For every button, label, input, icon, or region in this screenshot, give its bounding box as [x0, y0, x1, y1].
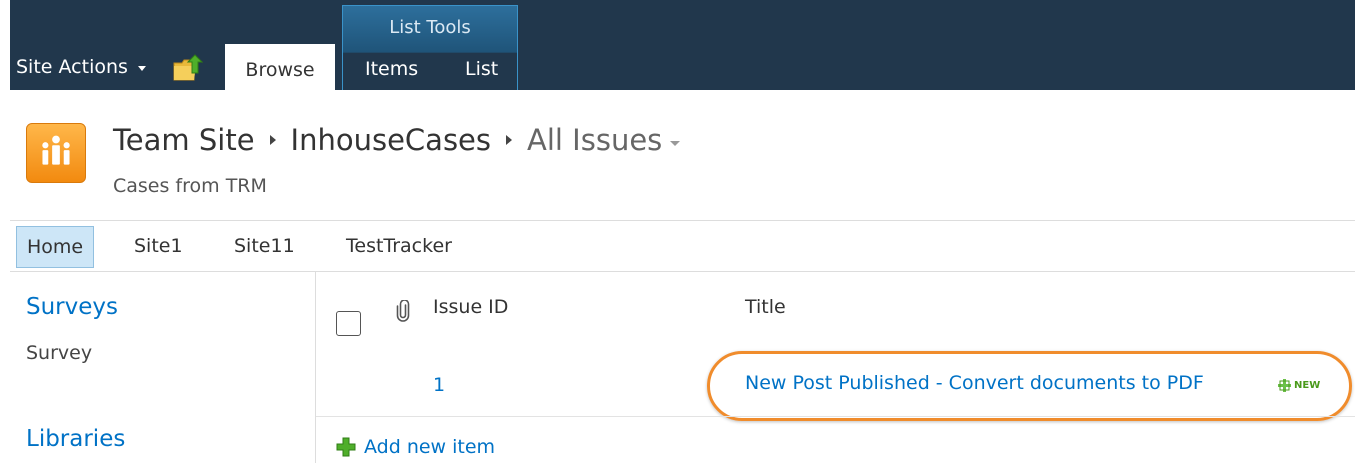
tab-items[interactable]: Items: [365, 58, 418, 80]
site-logo-icon[interactable]: [26, 123, 86, 183]
tab-browse-label: Browse: [245, 59, 315, 81]
add-new-item-label: Add new item: [364, 436, 496, 458]
topnav-item-site11[interactable]: Site11: [234, 221, 295, 271]
new-sparkle-icon: [1278, 378, 1291, 392]
breadcrumb-separator-icon: [269, 135, 276, 145]
quick-launch: Surveys Survey Libraries: [10, 272, 316, 463]
site-actions-label: Site Actions: [16, 56, 128, 78]
tab-list[interactable]: List: [465, 58, 498, 80]
tab-browse[interactable]: Browse: [225, 44, 335, 90]
item-title-link[interactable]: New Post Published - Convert documents t…: [745, 372, 1204, 394]
new-badge-label: NEW: [1294, 379, 1321, 391]
breadcrumb-inhouse-cases[interactable]: InhouseCases: [291, 123, 491, 157]
add-new-item-link[interactable]: Add new item: [336, 436, 495, 458]
list-tools-group: List Tools Items List: [342, 5, 518, 90]
site-description: Cases from TRM: [113, 175, 267, 197]
cell-issue-id: 1: [433, 374, 446, 396]
attachment-icon: [396, 300, 410, 322]
column-header-title[interactable]: Title: [745, 296, 786, 318]
breadcrumb: Team Site InhouseCases All Issues: [113, 120, 681, 160]
site-actions-menu[interactable]: Site Actions: [16, 56, 146, 78]
topnav-item-testtracker[interactable]: TestTracker: [346, 221, 452, 271]
view-selector-caret-icon[interactable]: [670, 140, 681, 146]
top-navigation: Home Site1 Site11 TestTracker: [10, 220, 1355, 272]
quick-launch-link-survey[interactable]: Survey: [26, 342, 92, 364]
topnav-item-site1[interactable]: Site1: [134, 221, 183, 271]
topnav-item-home[interactable]: Home: [16, 226, 95, 268]
plus-icon: [336, 437, 356, 457]
caret-down-icon: [137, 65, 146, 71]
ribbon: Site Actions Browse List Tools Items Lis…: [10, 0, 1355, 90]
select-all-checkbox[interactable]: [336, 311, 361, 336]
breadcrumb-separator-icon: [506, 135, 513, 145]
row-divider: [316, 416, 1355, 417]
breadcrumb-team-site[interactable]: Team Site: [113, 123, 255, 157]
list-tools-label: List Tools: [389, 17, 471, 38]
navigate-up-icon[interactable]: [172, 53, 206, 83]
breadcrumb-current-view[interactable]: All Issues: [527, 123, 662, 157]
quick-launch-heading-libraries[interactable]: Libraries: [26, 426, 125, 452]
new-badge: NEW: [1278, 378, 1320, 392]
column-header-issue-id[interactable]: Issue ID: [433, 296, 508, 318]
quick-launch-heading-surveys[interactable]: Surveys: [26, 294, 118, 320]
